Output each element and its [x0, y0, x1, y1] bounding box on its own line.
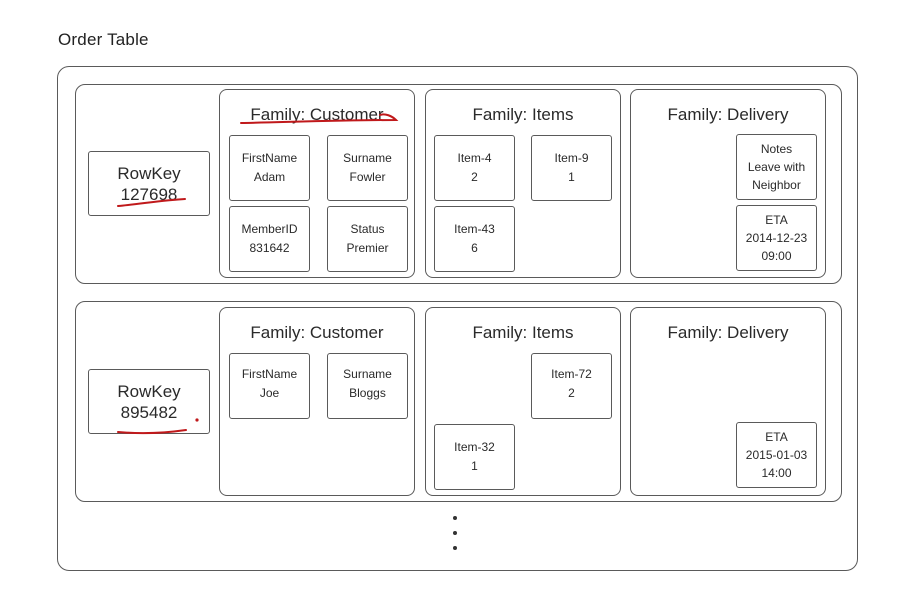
cell-column: FirstName — [241, 367, 298, 381]
cell-column: Item-32 — [454, 440, 495, 454]
cell-value: 2014-12-23 — [745, 231, 808, 245]
cell-notes: Notes Leave with Neighbor — [736, 134, 817, 200]
cell-value: 1 — [471, 459, 478, 473]
more-rows-ellipsis-icon — [448, 516, 462, 550]
cell-value: Leave with — [747, 160, 806, 174]
cell-value: 831642 — [249, 241, 290, 255]
cell-status: Status Premier — [327, 206, 408, 272]
family-title: Family: Customer — [250, 323, 384, 342]
rowkey-2: RowKey 895482 — [88, 369, 210, 434]
cell-value: Premier — [346, 241, 389, 255]
cell-value: Bloggs — [349, 386, 386, 400]
cell-eta: ETA 2015-01-03 14:00 — [736, 422, 817, 488]
cell-surname: Surname Bloggs — [327, 353, 408, 419]
cell-column: Item-9 — [554, 151, 589, 165]
diagram-title: Order Table — [58, 30, 149, 49]
cell-value: 2015-01-03 — [745, 448, 808, 462]
cell-column: Notes — [760, 142, 793, 156]
cell-column: FirstName — [241, 151, 298, 165]
cell-item: Item-43 6 — [434, 206, 515, 272]
cell-column: ETA — [765, 430, 788, 444]
cell-item: Item-32 1 — [434, 424, 515, 490]
cell-value: Fowler — [349, 170, 386, 184]
cell-value: Joe — [259, 386, 280, 400]
cell-firstname: FirstName Joe — [229, 353, 310, 419]
cell-column: Surname — [343, 151, 392, 165]
cell-column: Item-4 — [457, 151, 492, 165]
cell-value: 6 — [471, 241, 478, 255]
cell-value: 2 — [568, 386, 575, 400]
cell-column: ETA — [765, 213, 788, 227]
family-title: Family: Customer — [250, 105, 384, 124]
cell-value-line2: 09:00 — [761, 249, 792, 263]
cell-column: Status — [350, 222, 385, 236]
cell-value-line2: 14:00 — [761, 466, 792, 480]
family-title: Family: Items — [472, 105, 574, 124]
cell-item: Item-9 1 — [531, 135, 612, 201]
cell-memberid: MemberID 831642 — [229, 206, 310, 272]
family-title: Family: Delivery — [667, 105, 789, 124]
cell-value: 2 — [471, 170, 478, 184]
cell-column: Item-43 — [454, 222, 495, 236]
cell-value: 1 — [568, 170, 575, 184]
rowkey-label: RowKey — [117, 163, 181, 183]
rowkey-1: RowKey 127698 — [88, 151, 210, 216]
family-title: Family: Delivery — [667, 323, 789, 342]
cell-value: Adam — [253, 170, 286, 184]
cell-item: Item-72 2 — [531, 353, 612, 419]
cell-column: MemberID — [241, 222, 298, 236]
cell-firstname: FirstName Adam — [229, 135, 310, 201]
cell-eta: ETA 2014-12-23 09:00 — [736, 205, 817, 271]
cell-column: Surname — [343, 367, 392, 381]
rowkey-label: RowKey — [117, 381, 181, 401]
cell-item: Item-4 2 — [434, 135, 515, 201]
rowkey-value: 127698 — [120, 184, 178, 204]
family-title: Family: Items — [472, 323, 574, 342]
cell-column: Item-72 — [551, 367, 592, 381]
cell-surname: Surname Fowler — [327, 135, 408, 201]
cell-value-line2: Neighbor — [752, 178, 801, 192]
rowkey-value: 895482 — [120, 402, 178, 422]
